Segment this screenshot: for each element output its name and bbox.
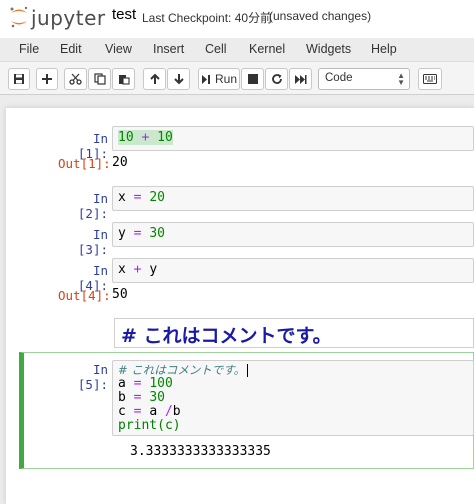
cell-1-prompt-out: Out[1]:	[58, 156, 111, 171]
cell-5-prompt-in: In [5]:	[77, 362, 108, 392]
menu-view[interactable]: View	[105, 42, 132, 56]
move-up-button[interactable]	[143, 68, 166, 90]
menubar: File Edit View Insert Cell Kernel Widget…	[8, 38, 474, 61]
jupyter-logo[interactable]: jupyter	[8, 4, 108, 32]
move-down-button[interactable]	[167, 68, 190, 90]
menu-help[interactable]: Help	[371, 42, 397, 56]
cell-2-prompt-in: In [2]:	[77, 191, 108, 221]
arrow-up-icon	[149, 73, 160, 84]
cell-5-line-2: a = 100	[118, 376, 173, 391]
fast-forward-icon	[295, 74, 307, 84]
cell-5-line-4: c = a /b	[118, 404, 181, 419]
cell-type-select[interactable]: Code ▲ ▼	[318, 68, 410, 90]
select-arrows-icon: ▲ ▼	[397, 71, 405, 87]
cell-4-prompt-out: Out[4]:	[58, 288, 111, 303]
plus-icon	[42, 74, 52, 84]
cell-4-input[interactable]: x + y	[112, 258, 474, 283]
menu-file[interactable]: File	[19, 42, 39, 56]
notebook-name[interactable]: test	[112, 6, 136, 23]
jupyter-logo-icon	[10, 6, 28, 28]
menu-insert[interactable]: Insert	[153, 42, 184, 56]
menu-cell[interactable]: Cell	[205, 42, 227, 56]
checkpoint-status: Last Checkpoint: 40分前	[142, 11, 273, 25]
cell-5-comment: # これはコメントです。	[118, 363, 246, 377]
cell-5-output: 3.3333333333333335	[130, 444, 271, 459]
logo-text: jupyter	[31, 6, 106, 30]
menu-widgets[interactable]: Widgets	[306, 42, 351, 56]
restart-button[interactable]	[265, 68, 288, 90]
arrow-down-icon	[173, 74, 184, 85]
save-icon	[14, 74, 24, 84]
cell-5-line-5: print(c)	[118, 418, 181, 433]
cell-type-value: Code	[325, 72, 353, 84]
paste-icon	[118, 75, 130, 85]
cell-5-line-3: b = 30	[118, 390, 165, 405]
cut-button[interactable]	[64, 68, 87, 90]
run-button[interactable]: Run	[198, 68, 240, 90]
autosave-status: (unsaved changes)	[269, 9, 372, 23]
interrupt-button[interactable]	[241, 68, 264, 90]
restart-run-all-button[interactable]	[289, 68, 312, 90]
cell-1-input[interactable]: 10 + 10	[112, 126, 474, 151]
toolbar: Run Code ▲ ▼	[0, 61, 474, 95]
cell-4-output: 50	[112, 287, 128, 302]
save-button[interactable]	[8, 68, 30, 90]
cell-3-prompt-in: In [3]:	[77, 227, 108, 257]
markdown-cell[interactable]: # これはコメントです。	[114, 318, 474, 348]
header: jupyter test Last Checkpoint: 40分前 (unsa…	[0, 0, 474, 38]
cell-1-output: 20	[112, 155, 128, 170]
copy-icon	[93, 73, 106, 85]
cell-1-code: 10 + 10	[118, 130, 173, 145]
run-label: Run	[214, 72, 237, 86]
cell-3-input[interactable]: y = 30	[112, 222, 474, 247]
notebook-container: In [1]: 10 + 10 Out[1]: 20 In [2]: x = 2…	[6, 108, 474, 504]
keyboard-icon	[423, 74, 437, 84]
cut-icon	[69, 73, 82, 85]
text-cursor	[247, 363, 249, 377]
command-palette-button[interactable]	[418, 68, 442, 90]
stop-icon	[247, 74, 258, 84]
copy-button[interactable]	[88, 68, 111, 90]
cell-5-input[interactable]: # これはコメントです。 a = 100 b = 30 c = a /b pri…	[112, 360, 474, 436]
markdown-heading: # これはコメントです。	[121, 325, 332, 347]
cell-2-input[interactable]: x = 20	[112, 186, 474, 211]
paste-button[interactable]	[112, 68, 135, 90]
insert-cell-button[interactable]	[36, 68, 58, 90]
restart-icon	[271, 74, 282, 84]
menu-edit[interactable]: Edit	[60, 42, 82, 56]
step-forward-icon	[201, 74, 210, 84]
menu-kernel[interactable]: Kernel	[249, 42, 285, 56]
